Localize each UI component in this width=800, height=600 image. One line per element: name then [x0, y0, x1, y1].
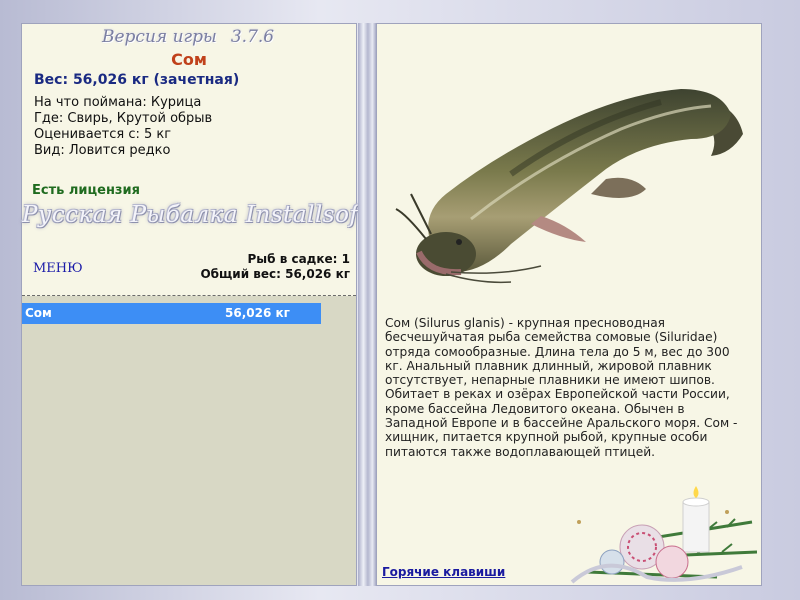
cage-summary: Рыб в садке: 1 Общий вес: 56,026 кг — [200, 252, 350, 282]
location-info: Где: Свирь, Крутой обрыв — [34, 111, 213, 126]
catfish-image — [395, 89, 743, 284]
cage-list-item[interactable]: Сом 56,026 кг — [22, 303, 321, 324]
menu-button[interactable]: МЕНЮ — [33, 261, 83, 276]
cage-total-weight: Общий вес: 56,026 кг — [200, 267, 350, 281]
cage-item-name: Сом — [25, 306, 52, 320]
panel-splitter[interactable] — [358, 23, 376, 586]
cage-fish-count: Рыб в садке: 1 — [247, 252, 351, 266]
fish-weight: Вес: 56,026 кг (зачетная) — [34, 72, 240, 88]
game-version: Версия игры 3.7.6 — [102, 27, 302, 47]
cage-list — [22, 296, 356, 585]
license-status: Есть лицензия — [32, 183, 140, 198]
hotkeys-link[interactable]: Горячие клавиши — [382, 565, 505, 579]
christmas-decoration — [570, 486, 757, 584]
fish-description: Сом (Silurus glanis) - крупная пресновод… — [385, 316, 738, 459]
fish-name: Сом — [171, 50, 207, 69]
version-label: Версия игры — [102, 27, 217, 47]
cage-item-weight: 56,026 кг — [225, 306, 290, 320]
version-number: 3.7.6 — [230, 27, 275, 47]
kind-info: Вид: Ловится редко — [34, 143, 171, 158]
bait-info: На что поймана: Курица — [34, 95, 202, 110]
catch-info-panel: Версия игры 3.7.6 Сом Вес: 56,026 кг (зач… — [21, 23, 369, 586]
fish-details-panel: Сом (Silurus glanis) - крупная пресновод… — [376, 23, 762, 586]
valued-info: Оценивается с: 5 кг — [34, 127, 172, 142]
game-logo: Русская Рыбалка Installsoft — [22, 202, 369, 228]
